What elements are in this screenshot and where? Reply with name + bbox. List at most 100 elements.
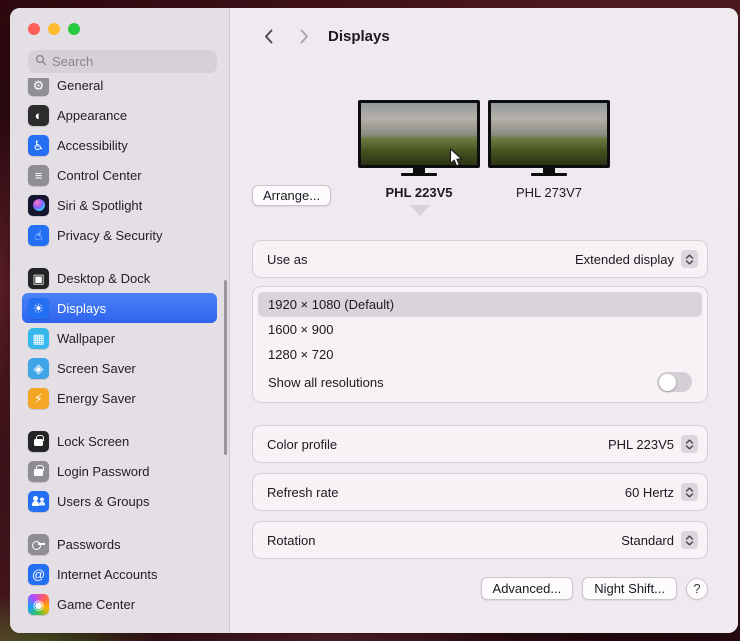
users-glyph <box>32 496 46 507</box>
sidebar-item-control-center[interactable]: ≡ Control Center <box>22 160 217 190</box>
sidebar-item-label: Energy Saver <box>57 391 136 406</box>
sidebar-item-label: Game Center <box>57 597 135 612</box>
sidebar-item-label: Control Center <box>57 168 142 183</box>
displays-pane: Displays PHL 223V5 PHL 273V7 Arrange... <box>230 8 738 633</box>
wallpaper-icon: ▦ <box>28 328 49 349</box>
stepper-icon <box>681 483 698 501</box>
game-center-icon: ◉ <box>28 594 49 615</box>
window-controls <box>10 8 229 35</box>
search-field[interactable] <box>28 50 217 73</box>
key-glyph <box>32 538 46 551</box>
stepper-icon <box>681 250 698 268</box>
sidebar-item-label: Wallpaper <box>57 331 115 346</box>
chevron-right-icon <box>300 29 309 44</box>
resolution-option-1[interactable]: 1920 × 1080 (Default) <box>258 292 702 317</box>
refresh-rate-row: Refresh rate 60 Hertz <box>252 473 708 511</box>
sidebar-item-label: Passwords <box>57 537 121 552</box>
search-icon <box>35 53 47 71</box>
users-groups-icon <box>28 491 49 512</box>
sidebar-item-privacy-security[interactable]: ☝ Privacy & Security <box>22 220 217 250</box>
back-button[interactable] <box>256 24 280 48</box>
close-button[interactable] <box>28 23 40 35</box>
login-password-icon <box>28 461 49 482</box>
arrange-button[interactable]: Arrange... <box>252 185 331 206</box>
sidebar-item-internet-accounts[interactable]: @ Internet Accounts <box>22 559 217 589</box>
zoom-button[interactable] <box>68 23 80 35</box>
lock-glyph <box>34 439 43 446</box>
sidebar-item-label: General <box>57 78 103 93</box>
night-shift-button[interactable]: Night Shift... <box>582 577 677 600</box>
refresh-rate-value: 60 Hertz <box>625 485 674 500</box>
sidebar: ⚙ General ◐ Appearance ♿ Accessibility ≡… <box>10 8 230 633</box>
accessibility-icon: ♿ <box>28 135 49 156</box>
lock-screen-icon <box>28 431 49 452</box>
rotation-row: Rotation Standard <box>252 521 708 559</box>
desktop-dock-icon: ▣ <box>28 268 49 289</box>
color-profile-label: Color profile <box>267 437 337 452</box>
page-title: Displays <box>328 28 390 45</box>
display-settings: Use as Extended display 1920 × 1080 (Def… <box>230 222 738 600</box>
sidebar-item-label: Screen Saver <box>57 361 136 376</box>
sidebar-group-2: ▣ Desktop & Dock ☀ Displays ▦ Wallpaper … <box>22 263 217 413</box>
refresh-rate-select[interactable]: 60 Hertz <box>625 483 698 501</box>
resolution-option-2[interactable]: 1600 × 900 <box>258 317 702 342</box>
pane-header: Displays <box>230 8 738 64</box>
rotation-value: Standard <box>621 533 674 548</box>
sidebar-group-1: ⚙ General ◐ Appearance ♿ Accessibility ≡… <box>22 78 217 250</box>
refresh-rate-label: Refresh rate <box>267 485 339 500</box>
sidebar-item-users-groups[interactable]: Users & Groups <box>22 486 217 516</box>
resolution-list: 1920 × 1080 (Default) 1600 × 900 1280 × … <box>252 286 708 403</box>
sidebar-item-lock-screen[interactable]: Lock Screen <box>22 426 217 456</box>
sidebar-item-screen-saver[interactable]: ◈ Screen Saver <box>22 353 217 383</box>
sidebar-item-wallpaper[interactable]: ▦ Wallpaper <box>22 323 217 353</box>
sidebar-item-login-password[interactable]: Login Password <box>22 456 217 486</box>
sidebar-item-desktop-dock[interactable]: ▣ Desktop & Dock <box>22 263 217 293</box>
privacy-security-icon: ☝ <box>28 225 49 246</box>
sidebar-item-passwords[interactable]: Passwords <box>22 529 217 559</box>
forward-button[interactable] <box>292 24 316 48</box>
sidebar-item-displays[interactable]: ☀ Displays <box>22 293 217 323</box>
show-all-resolutions-label: Show all resolutions <box>268 375 384 390</box>
display-arrangement-preview: PHL 223V5 PHL 273V7 Arrange... <box>230 64 738 222</box>
appearance-icon: ◐ <box>28 105 49 126</box>
sidebar-item-label: Siri & Spotlight <box>57 198 142 213</box>
sidebar-group-4: Passwords @ Internet Accounts ◉ Game Cen… <box>22 529 217 619</box>
monitor-wallpaper <box>491 103 607 165</box>
sidebar-item-label: Lock Screen <box>57 434 129 449</box>
control-center-icon: ≡ <box>28 165 49 186</box>
use-as-row: Use as Extended display <box>252 240 708 278</box>
stepper-icon <box>681 435 698 453</box>
advanced-button[interactable]: Advanced... <box>481 577 574 600</box>
use-as-label: Use as <box>267 252 307 267</box>
sidebar-item-game-center[interactable]: ◉ Game Center <box>22 589 217 619</box>
sidebar-item-siri-spotlight[interactable]: Siri & Spotlight <box>22 190 217 220</box>
sidebar-item-accessibility[interactable]: ♿ Accessibility <box>22 130 217 160</box>
energy-saver-icon: ⚡ <box>28 388 49 409</box>
screen-saver-icon: ◈ <box>28 358 49 379</box>
internet-accounts-icon: @ <box>28 564 49 585</box>
search-input[interactable] <box>52 54 210 69</box>
sidebar-item-energy-saver[interactable]: ⚡ Energy Saver <box>22 383 217 413</box>
display-thumbnail-2[interactable]: PHL 273V7 <box>487 100 611 200</box>
resolution-option-3[interactable]: 1280 × 720 <box>258 342 702 367</box>
sidebar-scrollbar[interactable] <box>224 280 227 455</box>
monitor-base <box>401 173 437 176</box>
siri-spotlight-icon <box>28 195 49 216</box>
display-name: PHL 273V7 <box>516 185 582 200</box>
sidebar-item-label: Internet Accounts <box>57 567 157 582</box>
sidebar-item-general[interactable]: ⚙ General <box>22 78 217 100</box>
passwords-key-icon <box>28 534 49 555</box>
help-button[interactable]: ? <box>686 578 708 600</box>
use-as-select[interactable]: Extended display <box>575 250 698 268</box>
show-all-resolutions-toggle[interactable] <box>657 372 692 392</box>
rotation-select[interactable]: Standard <box>621 531 698 549</box>
siri-orb <box>33 199 45 211</box>
color-profile-select[interactable]: PHL 223V5 <box>608 435 698 453</box>
sidebar-item-label: Appearance <box>57 108 127 123</box>
gear-icon: ⚙ <box>28 78 49 96</box>
sidebar-item-appearance[interactable]: ◐ Appearance <box>22 100 217 130</box>
minimize-button[interactable] <box>48 23 60 35</box>
color-profile-row: Color profile PHL 223V5 <box>252 425 708 463</box>
sidebar-item-label: Accessibility <box>57 138 128 153</box>
settings-window: ⚙ General ◐ Appearance ♿ Accessibility ≡… <box>10 8 738 633</box>
